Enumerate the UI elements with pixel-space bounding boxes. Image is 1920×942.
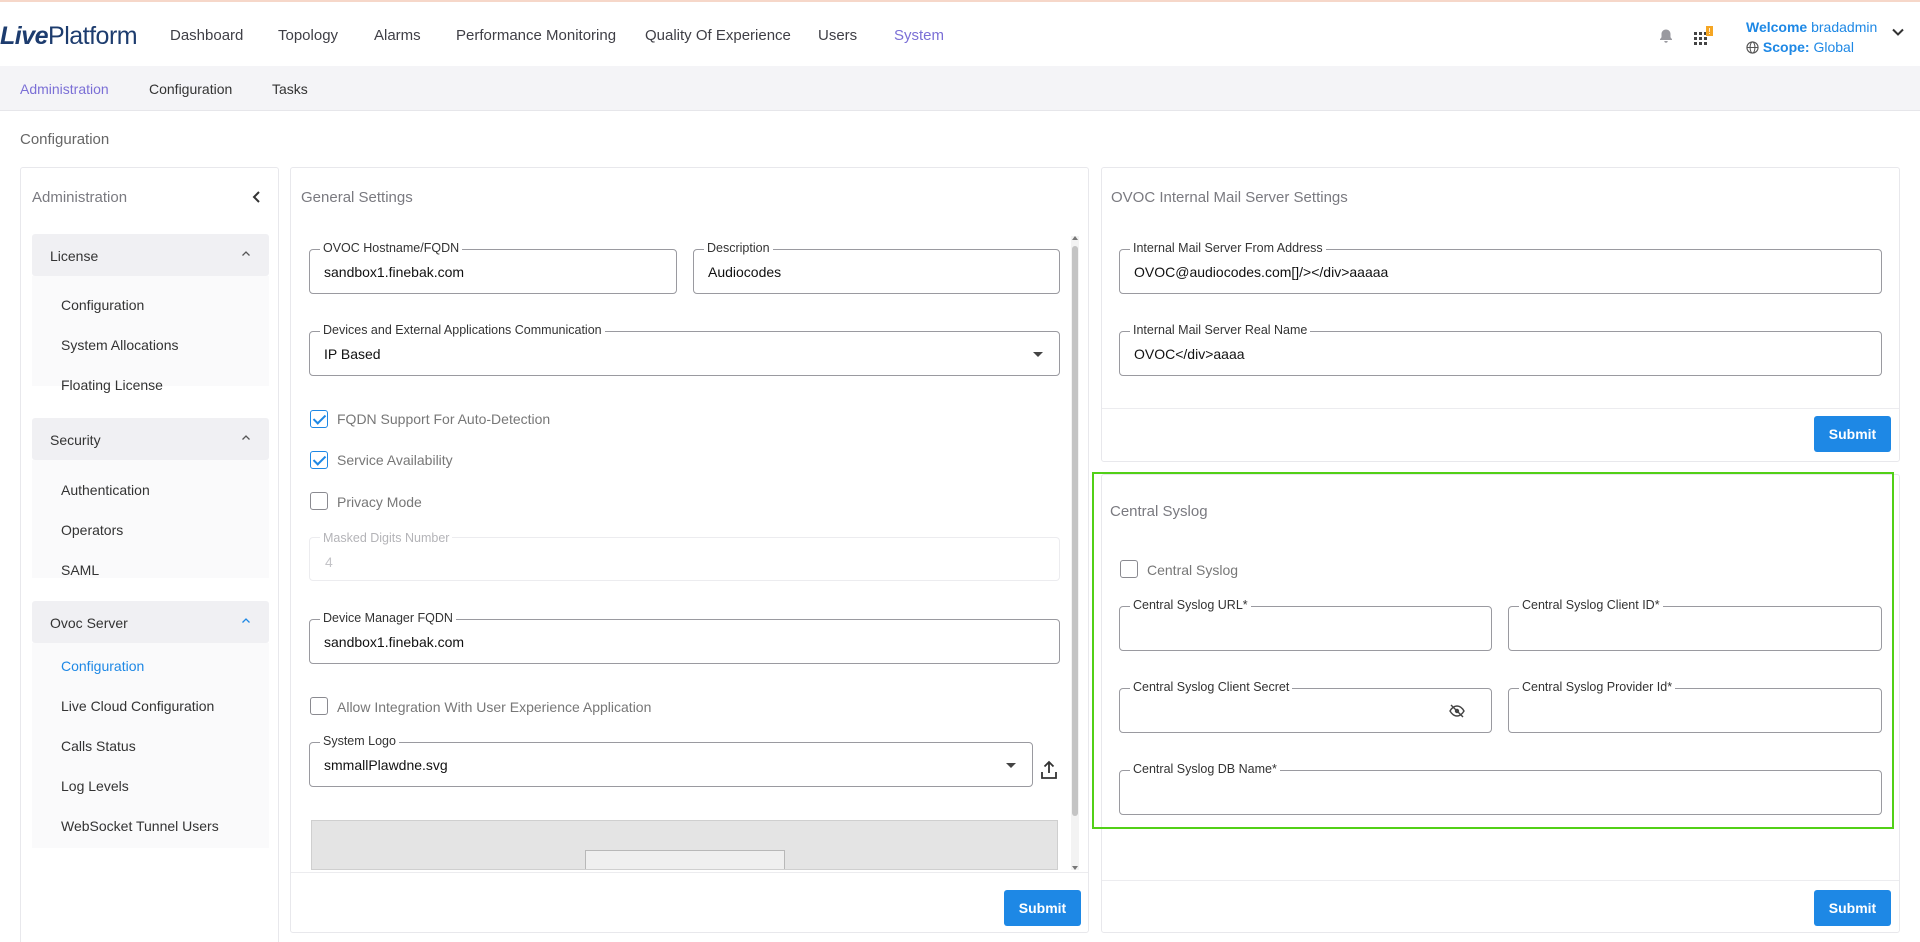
- admin-sidebar: Administration License Configuration Sys…: [20, 167, 279, 942]
- subnav-tasks[interactable]: Tasks: [272, 81, 308, 97]
- sidebar-item-saml[interactable]: SAML: [61, 562, 99, 578]
- service-availability-checkbox[interactable]: [310, 451, 328, 469]
- dropdown-arrow-icon: [1033, 352, 1043, 357]
- sidebar-license-items: Configuration System Allocations Floatin…: [32, 276, 269, 393]
- fqdn-support-checkbox[interactable]: [310, 410, 328, 428]
- sidebar-item-license-configuration[interactable]: Configuration: [61, 297, 144, 313]
- central-syslog-title: Central Syslog: [1110, 503, 1208, 520]
- sub-navigation: Administration Configuration Tasks: [0, 66, 1920, 111]
- sidebar-group-security[interactable]: Security: [32, 418, 269, 460]
- sidebar-item-live-cloud-configuration[interactable]: Live Cloud Configuration: [61, 698, 214, 714]
- mail-from-address-field[interactable]: Internal Mail Server From Address OVOC@a…: [1119, 241, 1882, 294]
- mail-real-name-field[interactable]: Internal Mail Server Real Name OVOC</div…: [1119, 323, 1882, 376]
- system-logo-select[interactable]: System Logo smmallPlawdne.svg: [309, 734, 1033, 787]
- device-manager-fqdn-field[interactable]: Device Manager FQDN sandbox1.finebak.com: [309, 611, 1060, 664]
- fqdn-support-label: FQDN Support For Auto-Detection: [337, 411, 551, 427]
- apps-grid-icon[interactable]: !: [1692, 26, 1714, 46]
- nav-performance-monitoring[interactable]: Performance Monitoring: [456, 27, 616, 44]
- chevron-up-icon: [242, 435, 250, 440]
- sidebar-item-ovoc-configuration[interactable]: Configuration: [61, 658, 144, 674]
- privacy-mode-checkbox[interactable]: [310, 492, 328, 510]
- general-settings-title: General Settings: [301, 189, 413, 206]
- communication-select[interactable]: Devices and External Applications Commun…: [309, 323, 1060, 376]
- general-settings-scrollbar[interactable]: [1071, 236, 1079, 870]
- sidebar-group-license[interactable]: License: [32, 234, 269, 276]
- globe-icon: [1746, 41, 1759, 54]
- privacy-mode-label: Privacy Mode: [337, 494, 422, 510]
- chevron-up-icon: [242, 251, 250, 256]
- logo-preview: [311, 820, 1058, 870]
- syslog-submit-button[interactable]: Submit: [1814, 890, 1891, 926]
- top-bar: LivePlatform Dashboard Topology Alarms P…: [0, 0, 1920, 66]
- syslog-db-name-field[interactable]: Central Syslog DB Name*: [1119, 762, 1882, 815]
- page-title: Configuration: [20, 131, 110, 148]
- sidebar-item-calls-status[interactable]: Calls Status: [61, 738, 136, 754]
- sidebar-group-ovoc-server[interactable]: Ovoc Server: [32, 601, 269, 643]
- syslog-url-field[interactable]: Central Syslog URL*: [1119, 598, 1492, 651]
- upload-icon[interactable]: [1040, 760, 1058, 780]
- service-availability-label: Service Availability: [337, 452, 453, 468]
- sidebar-item-system-allocations[interactable]: System Allocations: [61, 337, 179, 353]
- broken-image-icon: [585, 850, 785, 869]
- syslog-client-id-field[interactable]: Central Syslog Client ID*: [1508, 598, 1882, 651]
- nav-quality-of-experience[interactable]: Quality Of Experience: [645, 27, 791, 44]
- central-syslog-checkbox[interactable]: [1120, 560, 1138, 578]
- dropdown-arrow-icon: [1006, 763, 1016, 768]
- welcome-text: Welcome bradadmin: [1746, 19, 1878, 35]
- masked-digits-field: Masked Digits Number 4: [309, 531, 1060, 581]
- sidebar-item-websocket-tunnel-users[interactable]: WebSocket Tunnel Users: [61, 818, 219, 834]
- username: bradadmin: [1811, 19, 1878, 35]
- sidebar-item-log-levels[interactable]: Log Levels: [61, 778, 129, 794]
- sidebar-item-operators[interactable]: Operators: [61, 522, 123, 538]
- mail-server-title: OVOC Internal Mail Server Settings: [1111, 189, 1348, 206]
- allow-integration-checkbox[interactable]: [310, 697, 328, 715]
- sidebar-ovoc-items: Configuration Live Cloud Configuration C…: [32, 643, 269, 848]
- subnav-administration[interactable]: Administration: [20, 81, 109, 97]
- chevron-down-icon[interactable]: [1890, 24, 1906, 40]
- ovoc-hostname-field[interactable]: OVOC Hostname/FQDN sandbox1.finebak.com: [309, 241, 677, 294]
- syslog-provider-id-field[interactable]: Central Syslog Provider Id*: [1508, 680, 1882, 733]
- general-submit-button[interactable]: Submit: [1004, 890, 1081, 926]
- syslog-client-secret-field[interactable]: Central Syslog Client Secret: [1119, 680, 1492, 733]
- nav-topology[interactable]: Topology: [278, 27, 338, 44]
- sidebar-item-authentication[interactable]: Authentication: [61, 482, 150, 498]
- allow-integration-label: Allow Integration With User Experience A…: [337, 699, 652, 715]
- notification-badge: !: [1708, 27, 1711, 36]
- description-field[interactable]: Description Audiocodes: [693, 241, 1060, 294]
- live-platform-logo[interactable]: LivePlatform: [0, 22, 138, 51]
- nav-users[interactable]: Users: [818, 27, 857, 44]
- nav-alarms[interactable]: Alarms: [374, 27, 421, 44]
- scope-indicator[interactable]: Scope: Global: [1746, 39, 1854, 55]
- mail-submit-button[interactable]: Submit: [1814, 416, 1891, 452]
- sidebar-security-items: Authentication Operators SAML: [32, 460, 269, 578]
- central-syslog-checkbox-label: Central Syslog: [1147, 562, 1239, 578]
- collapse-sidebar-icon[interactable]: [251, 190, 263, 204]
- eye-off-icon[interactable]: [1449, 704, 1465, 718]
- nav-dashboard[interactable]: Dashboard: [170, 27, 243, 44]
- chevron-up-icon: [242, 618, 250, 623]
- mail-server-panel: OVOC Internal Mail Server Settings: [1101, 167, 1900, 462]
- subnav-configuration[interactable]: Configuration: [149, 81, 232, 97]
- sidebar-item-floating-license[interactable]: Floating License: [61, 377, 163, 393]
- sidebar-title: Administration: [32, 189, 128, 206]
- nav-system[interactable]: System: [894, 27, 944, 44]
- bell-icon[interactable]: [1658, 28, 1674, 44]
